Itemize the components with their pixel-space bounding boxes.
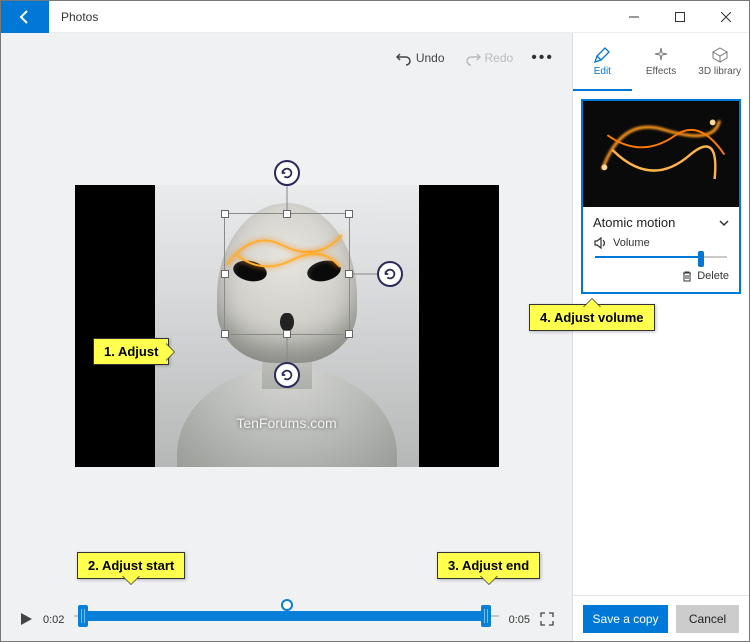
end-time-label: 0:05 (509, 614, 530, 626)
resize-handle[interactable] (283, 210, 291, 218)
minimize-button[interactable] (611, 1, 657, 33)
maximize-button[interactable] (657, 1, 703, 33)
tab-edit[interactable]: Edit (573, 33, 632, 91)
back-button[interactable] (1, 1, 49, 33)
tab-label: Edit (594, 66, 611, 77)
redo-label: Redo (485, 51, 514, 65)
effect-thumbnail[interactable] (583, 101, 739, 207)
annotation-adjust: 1. Adjust (93, 338, 169, 365)
play-button[interactable] (19, 612, 33, 626)
close-button[interactable] (703, 1, 749, 33)
sidebar-tabs: Edit Effects 3D library (573, 33, 749, 91)
editor-toolbar: Undo Redo ••• (1, 33, 572, 83)
tab-label: Effects (646, 66, 676, 77)
video-frame: TenForums.com (75, 185, 499, 467)
tab-effects[interactable]: Effects (632, 33, 691, 91)
editor-pane: Undo Redo ••• (1, 33, 572, 641)
trim-end-handle[interactable] (481, 605, 491, 627)
chevron-down-icon[interactable] (717, 216, 731, 230)
resize-handle[interactable] (221, 270, 229, 278)
resize-handle[interactable] (345, 270, 353, 278)
rotate-z-button[interactable] (274, 160, 300, 186)
more-button[interactable]: ••• (527, 49, 558, 67)
effect-card: Atomic motion Volume Delete (581, 99, 741, 294)
resize-handle[interactable] (221, 330, 229, 338)
save-copy-button[interactable]: Save a copy (583, 605, 668, 633)
watermark: TenForums.com (236, 415, 336, 431)
resize-handle[interactable] (345, 210, 353, 218)
app-title: Photos (61, 10, 611, 24)
effect-selection-box[interactable] (224, 213, 350, 335)
timeline-track[interactable] (74, 605, 498, 627)
resize-handle[interactable] (345, 330, 353, 338)
undo-label: Undo (416, 51, 445, 65)
delete-effect-button[interactable]: Delete (583, 266, 739, 292)
sidebar: Edit Effects 3D library (572, 33, 749, 641)
arrow-left-icon (17, 9, 33, 25)
effect-name: Atomic motion (593, 215, 675, 230)
trim-start-handle[interactable] (78, 605, 88, 627)
fullscreen-button[interactable] (540, 612, 554, 626)
delete-label: Delete (697, 270, 729, 282)
start-time-label: 0:02 (43, 614, 64, 626)
atomic-motion-icon (583, 101, 739, 204)
volume-slider[interactable] (583, 250, 739, 266)
resize-handle[interactable] (283, 330, 291, 338)
annotation-adjust-start: 2. Adjust start (77, 552, 185, 579)
action-bar: Save a copy Cancel (573, 595, 749, 641)
tab-3d-library[interactable]: 3D library (690, 33, 749, 91)
undo-button[interactable]: Undo (390, 46, 451, 70)
canvas-area[interactable]: TenForums.com (1, 83, 572, 569)
rotate-y-button[interactable] (377, 261, 403, 287)
trash-icon (681, 270, 693, 282)
resize-handle[interactable] (221, 210, 229, 218)
titlebar: Photos (1, 1, 749, 33)
speaker-icon (593, 236, 607, 250)
undo-icon (396, 50, 412, 66)
tab-label: 3D library (698, 66, 741, 77)
cancel-button[interactable]: Cancel (676, 605, 739, 633)
sparkle-icon (652, 46, 670, 64)
cube-icon (711, 46, 729, 64)
pencil-icon (593, 46, 611, 64)
annotation-adjust-volume: 4. Adjust volume (529, 304, 655, 331)
redo-button[interactable]: Redo (459, 46, 520, 70)
rotate-x-button[interactable] (274, 362, 300, 388)
redo-icon (465, 50, 481, 66)
window-controls (611, 1, 749, 33)
annotation-adjust-end: 3. Adjust end (437, 552, 540, 579)
volume-thumb[interactable] (698, 251, 704, 267)
volume-label: Volume (613, 237, 650, 249)
